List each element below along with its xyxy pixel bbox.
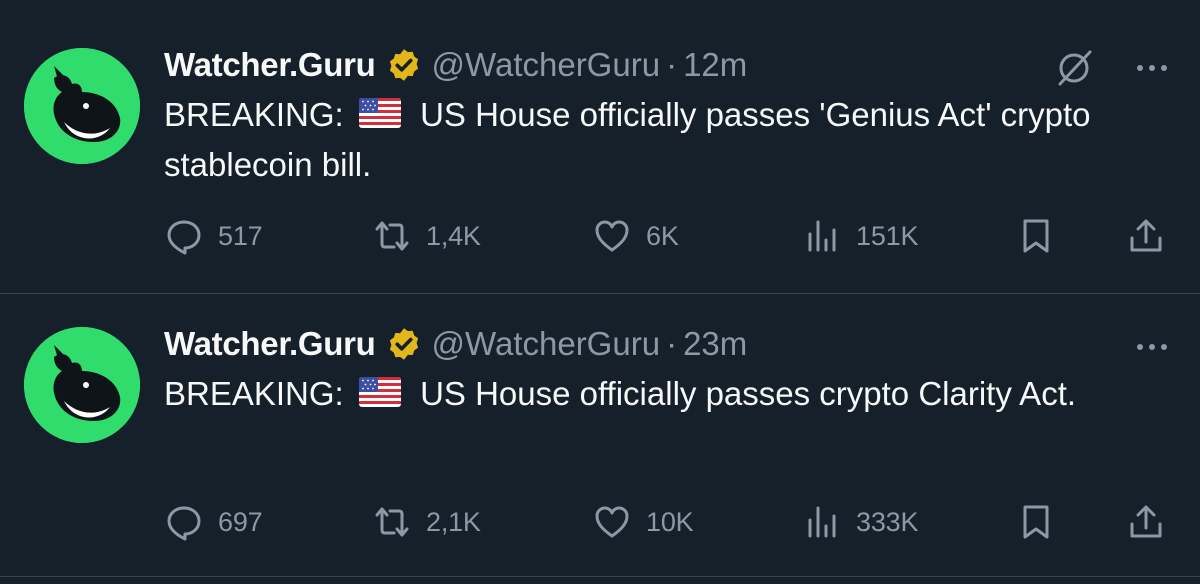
tweet-text-prefix: BREAKING: <box>164 375 344 412</box>
separator-dot: · <box>666 46 678 83</box>
tweet-content: Watcher.Guru @WatcherGuru · 23m BREAKING… <box>164 319 1170 419</box>
tweet-timestamp[interactable]: 23m <box>683 325 747 363</box>
us-flag-icon <box>358 98 401 128</box>
like-button[interactable]: 6K <box>592 208 679 264</box>
bookmark-icon <box>1023 219 1049 253</box>
bookmark-button[interactable] <box>1016 208 1056 264</box>
like-count: 10K <box>646 506 694 537</box>
author-handle[interactable]: @WatcherGuru <box>432 325 661 363</box>
repost-count: 2,1K <box>426 506 481 537</box>
heart-icon <box>595 220 629 252</box>
tweet[interactable]: Watcher.Guru @WatcherGuru · 23m BREAKING… <box>0 294 1200 577</box>
tweet-timestamp[interactable]: 12m <box>683 46 747 84</box>
bookmark-button[interactable] <box>1016 494 1056 550</box>
share-icon <box>1130 505 1162 538</box>
tweet-feed: Watcher.Guru @WatcherGuru · 12m BREAKING… <box>0 0 1200 584</box>
tweet-actions: 517 1,4K 6K 151K <box>164 208 1174 264</box>
views-chart-icon <box>808 220 836 252</box>
reply-count: 697 <box>218 506 263 537</box>
reply-button[interactable]: 517 <box>164 208 263 264</box>
views-button[interactable]: 151K <box>802 208 918 264</box>
grok-icon[interactable] <box>1052 46 1096 90</box>
verified-badge-icon[interactable] <box>386 47 422 83</box>
repost-button[interactable]: 2,1K <box>372 494 481 550</box>
views-count: 151K <box>856 220 919 251</box>
author-name[interactable]: Watcher.Guru <box>164 46 376 84</box>
reply-icon <box>167 220 201 255</box>
bookmark-icon <box>1023 505 1049 539</box>
like-button[interactable]: 10K <box>592 494 694 550</box>
whale-logo-icon <box>24 48 140 164</box>
reply-button[interactable]: 697 <box>164 494 263 550</box>
tweet-text: BREAKING: US House off <box>164 90 1164 190</box>
repost-icon <box>375 507 409 537</box>
tweet-text-prefix: BREAKING: <box>164 96 344 133</box>
author-name[interactable]: Watcher.Guru <box>164 325 376 363</box>
tweet-header-actions <box>1052 46 1170 90</box>
repost-icon <box>375 221 409 251</box>
whale-logo-icon <box>24 327 140 443</box>
views-chart-icon <box>808 506 836 538</box>
share-button[interactable] <box>1126 494 1166 550</box>
author-handle[interactable]: @WatcherGuru <box>432 46 661 84</box>
avatar[interactable] <box>24 48 140 164</box>
separator-dot: · <box>666 325 678 362</box>
repost-count: 1,4K <box>426 220 481 251</box>
like-count: 6K <box>646 220 679 251</box>
avatar[interactable] <box>24 327 140 443</box>
tweet-header-actions <box>1134 325 1170 369</box>
tweet-text-body: US House officially passes crypto Clarit… <box>420 375 1077 412</box>
reply-icon <box>167 506 201 541</box>
views-count: 333K <box>856 506 919 537</box>
share-icon <box>1130 219 1162 252</box>
reply-count: 517 <box>218 220 263 251</box>
tweet-content: Watcher.Guru @WatcherGuru · 12m BREAKING… <box>164 40 1170 190</box>
heart-icon <box>595 506 629 538</box>
tweet-actions: 697 2,1K 10K 333K <box>164 494 1174 550</box>
verified-badge-icon[interactable] <box>386 326 422 362</box>
more-options-icon[interactable] <box>1134 325 1170 369</box>
repost-button[interactable]: 1,4K <box>372 208 481 264</box>
views-button[interactable]: 333K <box>802 494 918 550</box>
tweet-header: Watcher.Guru @WatcherGuru · 12m <box>164 40 1170 90</box>
tweet[interactable]: Watcher.Guru @WatcherGuru · 12m BREAKING… <box>0 0 1200 294</box>
us-flag-icon <box>358 377 401 407</box>
share-button[interactable] <box>1126 208 1166 264</box>
tweet-text: BREAKING: US House off <box>164 369 1164 419</box>
tweet-header: Watcher.Guru @WatcherGuru · 23m <box>164 319 1170 369</box>
more-options-icon[interactable] <box>1134 46 1170 90</box>
